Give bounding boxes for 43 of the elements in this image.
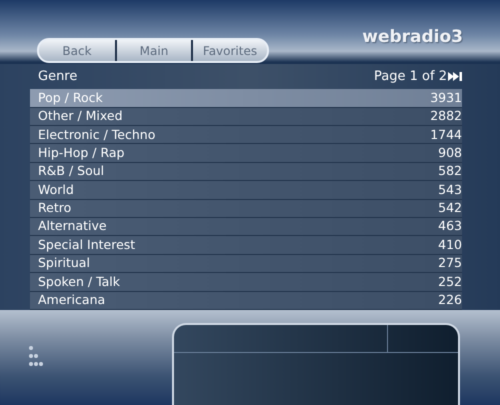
- list-title: Genre: [38, 69, 78, 84]
- list-row[interactable]: Hip-Hop / Rap 908: [30, 144, 462, 163]
- list-row[interactable]: Special Interest 410: [30, 236, 462, 255]
- genre-name: Hip-Hop / Rap: [38, 146, 124, 160]
- logo: webradio3: [362, 27, 463, 48]
- list-row[interactable]: Retro 542: [30, 200, 462, 218]
- station-count: 908: [438, 146, 462, 160]
- station-count: 410: [438, 238, 462, 252]
- genre-name: Spiritual: [38, 257, 90, 270]
- station-count: 3931: [430, 92, 462, 104]
- list-row[interactable]: World 543: [30, 181, 462, 200]
- station-count: 252: [438, 276, 462, 288]
- genre-name: Other / Mixed: [38, 110, 123, 123]
- station-count: 543: [438, 184, 462, 196]
- nav-button[interactable]: Favorites: [191, 40, 267, 62]
- list-row[interactable]: Spoken / Talk 252: [30, 273, 462, 292]
- skip-forward-icon[interactable]: [448, 72, 462, 82]
- list-row[interactable]: Other / Mixed 2882: [30, 108, 462, 126]
- genre-name: Retro: [38, 202, 72, 215]
- genre-name: Alternative: [38, 220, 107, 233]
- page-indicator: Page 1 of 2: [374, 69, 447, 84]
- station-count: 582: [438, 165, 462, 178]
- list-row[interactable]: Americana 226: [30, 292, 462, 310]
- list-row[interactable]: Electronic / Techno 1744: [30, 126, 462, 144]
- genre-name: Americana: [38, 294, 106, 307]
- genre-name: R&B / Soul: [38, 165, 104, 178]
- genre-name: Spoken / Talk: [38, 276, 120, 288]
- genre-name: Electronic / Techno: [38, 128, 156, 142]
- station-count: 275: [438, 257, 462, 270]
- genre-name: Special Interest: [38, 238, 136, 252]
- station-count: 226: [438, 294, 462, 307]
- genre-name: Pop / Rock: [38, 92, 103, 104]
- station-count: 463: [438, 220, 462, 233]
- nav-button[interactable]: Back: [39, 40, 115, 62]
- station-count: 2882: [430, 110, 462, 123]
- station-count: 1744: [430, 128, 462, 142]
- list-row[interactable]: Alternative 463: [30, 218, 462, 236]
- nav-button[interactable]: Main: [115, 40, 191, 62]
- genre-name: World: [38, 184, 74, 196]
- list-row[interactable]: Spiritual 275: [30, 254, 462, 274]
- list-row[interactable]: Pop / Rock 3931: [30, 89, 462, 108]
- list-row[interactable]: R&B / Soul 582: [30, 162, 462, 182]
- station-count: 542: [438, 202, 462, 215]
